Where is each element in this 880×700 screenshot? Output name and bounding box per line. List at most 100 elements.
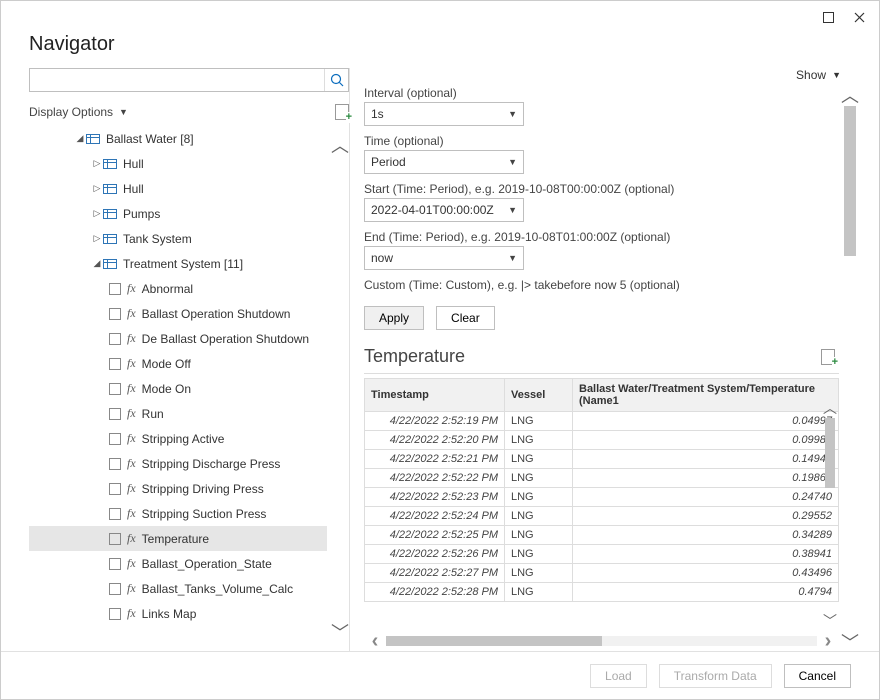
cell-vessel: LNG	[505, 583, 573, 602]
checkbox[interactable]	[109, 583, 121, 595]
start-combo[interactable]: 2022-04-01T00:00:00Z▼	[364, 198, 524, 222]
cell-timestamp: 4/22/2022 2:52:27 PM	[365, 564, 505, 583]
tree-node-de-ballast-op-shutdown[interactable]: fxDe Ballast Operation Shutdown	[29, 326, 327, 351]
checkbox[interactable]	[109, 333, 121, 345]
tree-node-stripping-discharge-press[interactable]: fxStripping Discharge Press	[29, 451, 327, 476]
add-sheet-icon[interactable]	[335, 104, 349, 120]
checkbox[interactable]	[109, 558, 121, 570]
table-vertical-scrollbar[interactable]: ︿ ﹀	[821, 400, 839, 629]
tree-node-links-map[interactable]: fxLinks Map	[29, 601, 327, 626]
checkbox[interactable]	[109, 608, 121, 620]
scroll-thumb[interactable]	[386, 636, 602, 646]
checkbox[interactable]	[109, 483, 121, 495]
tree-node-run[interactable]: fxRun	[29, 401, 327, 426]
checkbox[interactable]	[109, 358, 121, 370]
tree-scrollbar[interactable]: ︿ ﹀	[331, 126, 349, 651]
cell-timestamp: 4/22/2022 2:52:28 PM	[365, 583, 505, 602]
chevron-down-icon[interactable]: ﹀	[841, 633, 859, 651]
chevron-down-icon: ▼	[119, 107, 128, 117]
cell-vessel: LNG	[505, 526, 573, 545]
chevron-up-icon[interactable]: ︿	[841, 86, 859, 104]
table-row[interactable]: 4/22/2022 2:52:26 PMLNG0.38941	[365, 545, 839, 564]
table-row[interactable]: 4/22/2022 2:52:23 PMLNG0.24740	[365, 488, 839, 507]
cell-value: 0.19866	[573, 469, 839, 488]
chevron-right-icon[interactable]: ›	[817, 631, 839, 651]
close-icon[interactable]	[854, 12, 865, 23]
fx-icon: fx	[127, 331, 136, 346]
chevron-up-icon[interactable]: ︿	[823, 400, 837, 416]
search-box[interactable]	[29, 68, 349, 92]
cell-value: 0.04997	[573, 412, 839, 431]
checkbox[interactable]	[109, 508, 121, 520]
tree-label: Hull	[123, 157, 144, 171]
col-timestamp[interactable]: Timestamp	[365, 379, 505, 412]
chevron-up-icon[interactable]: ︿	[331, 132, 349, 158]
end-combo[interactable]: now▼	[364, 246, 524, 270]
table-row[interactable]: 4/22/2022 2:52:22 PMLNG0.19866	[365, 469, 839, 488]
col-vessel[interactable]: Vessel	[505, 379, 573, 412]
clear-button[interactable]: Clear	[436, 306, 495, 330]
checkbox[interactable]	[109, 408, 121, 420]
time-combo[interactable]: Period▼	[364, 150, 524, 174]
scroll-thumb[interactable]	[844, 106, 856, 256]
scroll-thumb[interactable]	[825, 418, 835, 488]
table-row[interactable]: 4/22/2022 2:52:19 PMLNG0.04997	[365, 412, 839, 431]
cell-value: 0.09983	[573, 431, 839, 450]
tree-node-stripping-driving-press[interactable]: fxStripping Driving Press	[29, 476, 327, 501]
table-row[interactable]: 4/22/2022 2:52:24 PMLNG0.29552	[365, 507, 839, 526]
checkbox[interactable]	[109, 383, 121, 395]
table-row[interactable]: 4/22/2022 2:52:20 PMLNG0.09983	[365, 431, 839, 450]
right-pane-scrollbar[interactable]: ︿ ﹀	[839, 86, 861, 651]
tree-node-stripping-active[interactable]: fxStripping Active	[29, 426, 327, 451]
maximize-icon[interactable]	[823, 12, 834, 23]
show-dropdown[interactable]: Show ▼	[796, 68, 841, 82]
tree-node-hull[interactable]: ▷Hull	[29, 151, 327, 176]
transform-data-button[interactable]: Transform Data	[659, 664, 772, 688]
cell-value: 0.38941	[573, 545, 839, 564]
tree-node-treatment-system[interactable]: ◢Treatment System [11]	[29, 251, 327, 276]
search-icon[interactable]	[324, 69, 348, 91]
load-button[interactable]: Load	[590, 664, 647, 688]
tree-node-mode-on[interactable]: fxMode On	[29, 376, 327, 401]
checkbox[interactable]	[109, 283, 121, 295]
chevron-left-icon[interactable]: ‹	[364, 631, 386, 651]
table-icon	[103, 209, 117, 219]
cell-vessel: LNG	[505, 431, 573, 450]
cancel-button[interactable]: Cancel	[784, 664, 851, 688]
table-row[interactable]: 4/22/2022 2:52:27 PMLNG0.43496	[365, 564, 839, 583]
checkbox[interactable]	[109, 533, 121, 545]
display-options-dropdown[interactable]: Display Options ▼	[29, 105, 128, 119]
col-value[interactable]: Ballast Water/Treatment System/Temperatu…	[573, 379, 839, 412]
tree-node-abnormal[interactable]: fxAbnormal	[29, 276, 327, 301]
cell-timestamp: 4/22/2022 2:52:26 PM	[365, 545, 505, 564]
fx-icon: fx	[127, 381, 136, 396]
tree-node-mode-off[interactable]: fxMode Off	[29, 351, 327, 376]
chevron-down-icon[interactable]: ﹀	[331, 619, 349, 645]
search-input[interactable]	[30, 69, 324, 91]
table-row[interactable]: 4/22/2022 2:52:25 PMLNG0.34289	[365, 526, 839, 545]
tree-label: Ballast_Operation_State	[142, 557, 272, 571]
divider	[349, 68, 350, 651]
chevron-down-icon[interactable]: ﹀	[823, 613, 837, 629]
tree-node-ballast-op-shutdown[interactable]: fxBallast Operation Shutdown	[29, 301, 327, 326]
chevron-down-icon: ▼	[508, 205, 517, 215]
tree-node-stripping-suction-press[interactable]: fxStripping Suction Press	[29, 501, 327, 526]
checkbox[interactable]	[109, 308, 121, 320]
tree-node-tank-system[interactable]: ▷Tank System	[29, 226, 327, 251]
tree-node-temperature[interactable]: fxTemperature	[29, 526, 327, 551]
checkbox[interactable]	[109, 433, 121, 445]
tree-node-ballast-operation-state[interactable]: fxBallast_Operation_State	[29, 551, 327, 576]
tree-node-ballast-water[interactable]: ◢Ballast Water [8]	[29, 126, 327, 151]
apply-button[interactable]: Apply	[364, 306, 424, 330]
tree-node-pumps[interactable]: ▷Pumps	[29, 201, 327, 226]
tree-node-ballast-tanks-volume-calc[interactable]: fxBallast_Tanks_Volume_Calc	[29, 576, 327, 601]
interval-combo[interactable]: 1s▼	[364, 102, 524, 126]
checkbox[interactable]	[109, 458, 121, 470]
table-horizontal-scrollbar[interactable]: ‹ ›	[364, 631, 839, 651]
table-row[interactable]: 4/22/2022 2:52:21 PMLNG0.14943	[365, 450, 839, 469]
add-sheet-icon[interactable]	[821, 349, 835, 365]
table-row[interactable]: 4/22/2022 2:52:28 PMLNG0.4794	[365, 583, 839, 602]
cell-timestamp: 4/22/2022 2:52:24 PM	[365, 507, 505, 526]
tree-node-hull[interactable]: ▷Hull	[29, 176, 327, 201]
tree-label: Treatment System [11]	[123, 257, 243, 271]
